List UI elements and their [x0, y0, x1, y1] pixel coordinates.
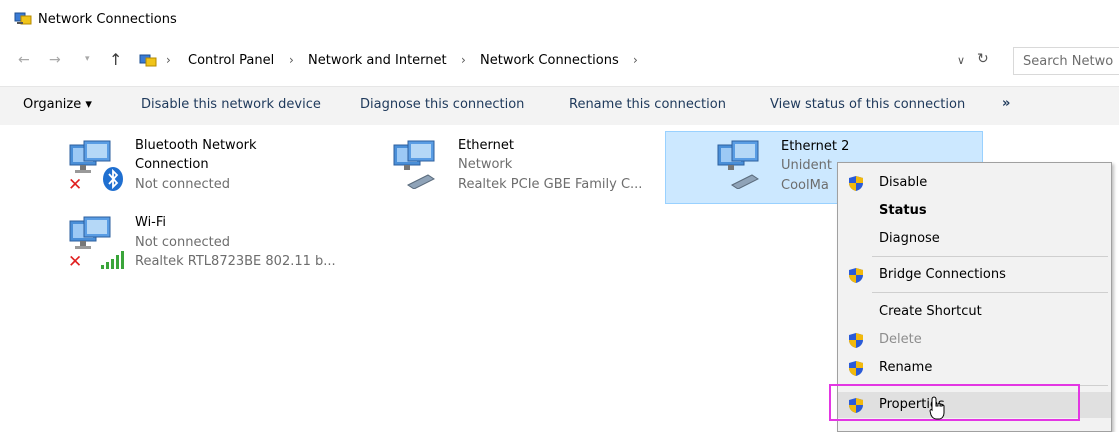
menu-item-diagnose[interactable]: Diagnose — [838, 226, 1111, 252]
menu-item-label: Create Shortcut — [879, 304, 982, 319]
connection-device: Realtek PCIe GBE Family C... — [458, 177, 643, 192]
uac-shield-icon — [849, 361, 863, 376]
breadcrumb-control-panel[interactable]: Control Panel — [188, 53, 274, 68]
navigation-bar: ← → ▾ ↑ › Control Panel › Network and In… — [0, 44, 1119, 80]
organize-button[interactable]: Organize ▾ — [23, 97, 92, 112]
disconnected-x-icon: ✕ — [68, 252, 83, 272]
menu-item-label: Disable — [879, 175, 928, 190]
recent-locations-chevron-icon[interactable]: ▾ — [85, 54, 90, 64]
network-connections-icon — [14, 12, 32, 25]
menu-item-delete[interactable]: Delete — [838, 327, 1111, 353]
back-arrow-icon[interactable]: ← — [18, 52, 30, 68]
disable-device-button[interactable]: Disable this network device — [141, 97, 321, 112]
connection-device: CoolMa — [781, 178, 829, 193]
menu-item-create-shortcut[interactable]: Create Shortcut — [838, 299, 1111, 325]
forward-arrow-icon[interactable]: → — [49, 52, 61, 68]
menu-item-label: Rename — [879, 360, 933, 375]
menu-item-bridge-connections[interactable]: Bridge Connections — [838, 262, 1111, 288]
up-arrow-icon[interactable]: ↑ — [109, 50, 122, 69]
breadcrumb-separator-icon: › — [633, 53, 638, 67]
connection-name-line2: Connection — [135, 157, 209, 172]
network-adapter-icon — [393, 140, 435, 189]
wifi-signal-icon — [101, 251, 124, 269]
connection-bluetooth[interactable]: ✕ Bluetooth Network Connection Not conne… — [62, 136, 352, 202]
disconnected-x-icon: ✕ — [68, 175, 83, 195]
connection-status: Not connected — [135, 235, 230, 250]
breadcrumb-network-connections[interactable]: Network Connections — [480, 53, 619, 68]
breadcrumb-separator-icon: › — [166, 53, 171, 67]
uac-shield-icon — [849, 176, 863, 191]
mouse-pointer-icon — [929, 396, 945, 420]
uac-shield-icon — [849, 333, 863, 348]
connection-ethernet[interactable]: Ethernet Network Realtek PCIe GBE Family… — [388, 136, 658, 202]
network-adapter-icon — [717, 140, 759, 189]
command-bar: Organize ▾ Disable this network device D… — [0, 86, 1119, 125]
breadcrumb-separator-icon: › — [461, 53, 466, 67]
menu-separator — [872, 256, 1108, 257]
menu-item-label: Diagnose — [879, 231, 940, 246]
search-input[interactable]: Search Netwo — [1013, 47, 1119, 75]
connection-name: Ethernet 2 — [781, 139, 850, 154]
connection-device: Realtek RTL8723BE 802.11 b... — [135, 254, 336, 269]
control-panel-icon — [139, 54, 157, 67]
menu-separator — [872, 292, 1108, 293]
breadcrumb-network-and-internet[interactable]: Network and Internet — [308, 53, 447, 68]
refresh-icon[interactable]: ↻ — [977, 51, 989, 67]
title-bar: Network Connections — [0, 0, 1119, 40]
bluetooth-icon — [103, 167, 123, 191]
menu-item-label: Delete — [879, 332, 922, 347]
menu-item-label: Status — [879, 203, 927, 218]
connection-name: Bluetooth Network — [135, 138, 257, 153]
view-status-button[interactable]: View status of this connection — [770, 97, 965, 112]
connection-status: Not connected — [135, 177, 230, 192]
window-title: Network Connections — [38, 12, 177, 27]
connection-wifi[interactable]: ✕ Wi-Fi Not connected Realtek RTL8723BE … — [62, 212, 362, 278]
more-commands-button[interactable]: » — [1002, 96, 1010, 111]
connection-name: Ethernet — [458, 138, 514, 153]
menu-item-disable[interactable]: Disable — [838, 170, 1111, 196]
connection-status: Network — [458, 157, 513, 172]
connection-status: Unident — [781, 158, 832, 173]
diagnose-button[interactable]: Diagnose this connection — [360, 97, 524, 112]
uac-shield-icon — [849, 268, 863, 283]
connection-name: Wi-Fi — [135, 215, 167, 230]
rename-button[interactable]: Rename this connection — [569, 97, 726, 112]
address-dropdown-icon[interactable]: ∨ — [957, 54, 965, 67]
menu-item-label: Bridge Connections — [879, 267, 1006, 282]
properties-highlight-box — [829, 384, 1080, 421]
menu-item-rename[interactable]: Rename — [838, 355, 1111, 381]
menu-item-status[interactable]: Status — [838, 198, 1111, 224]
breadcrumb-separator-icon: › — [289, 53, 294, 67]
